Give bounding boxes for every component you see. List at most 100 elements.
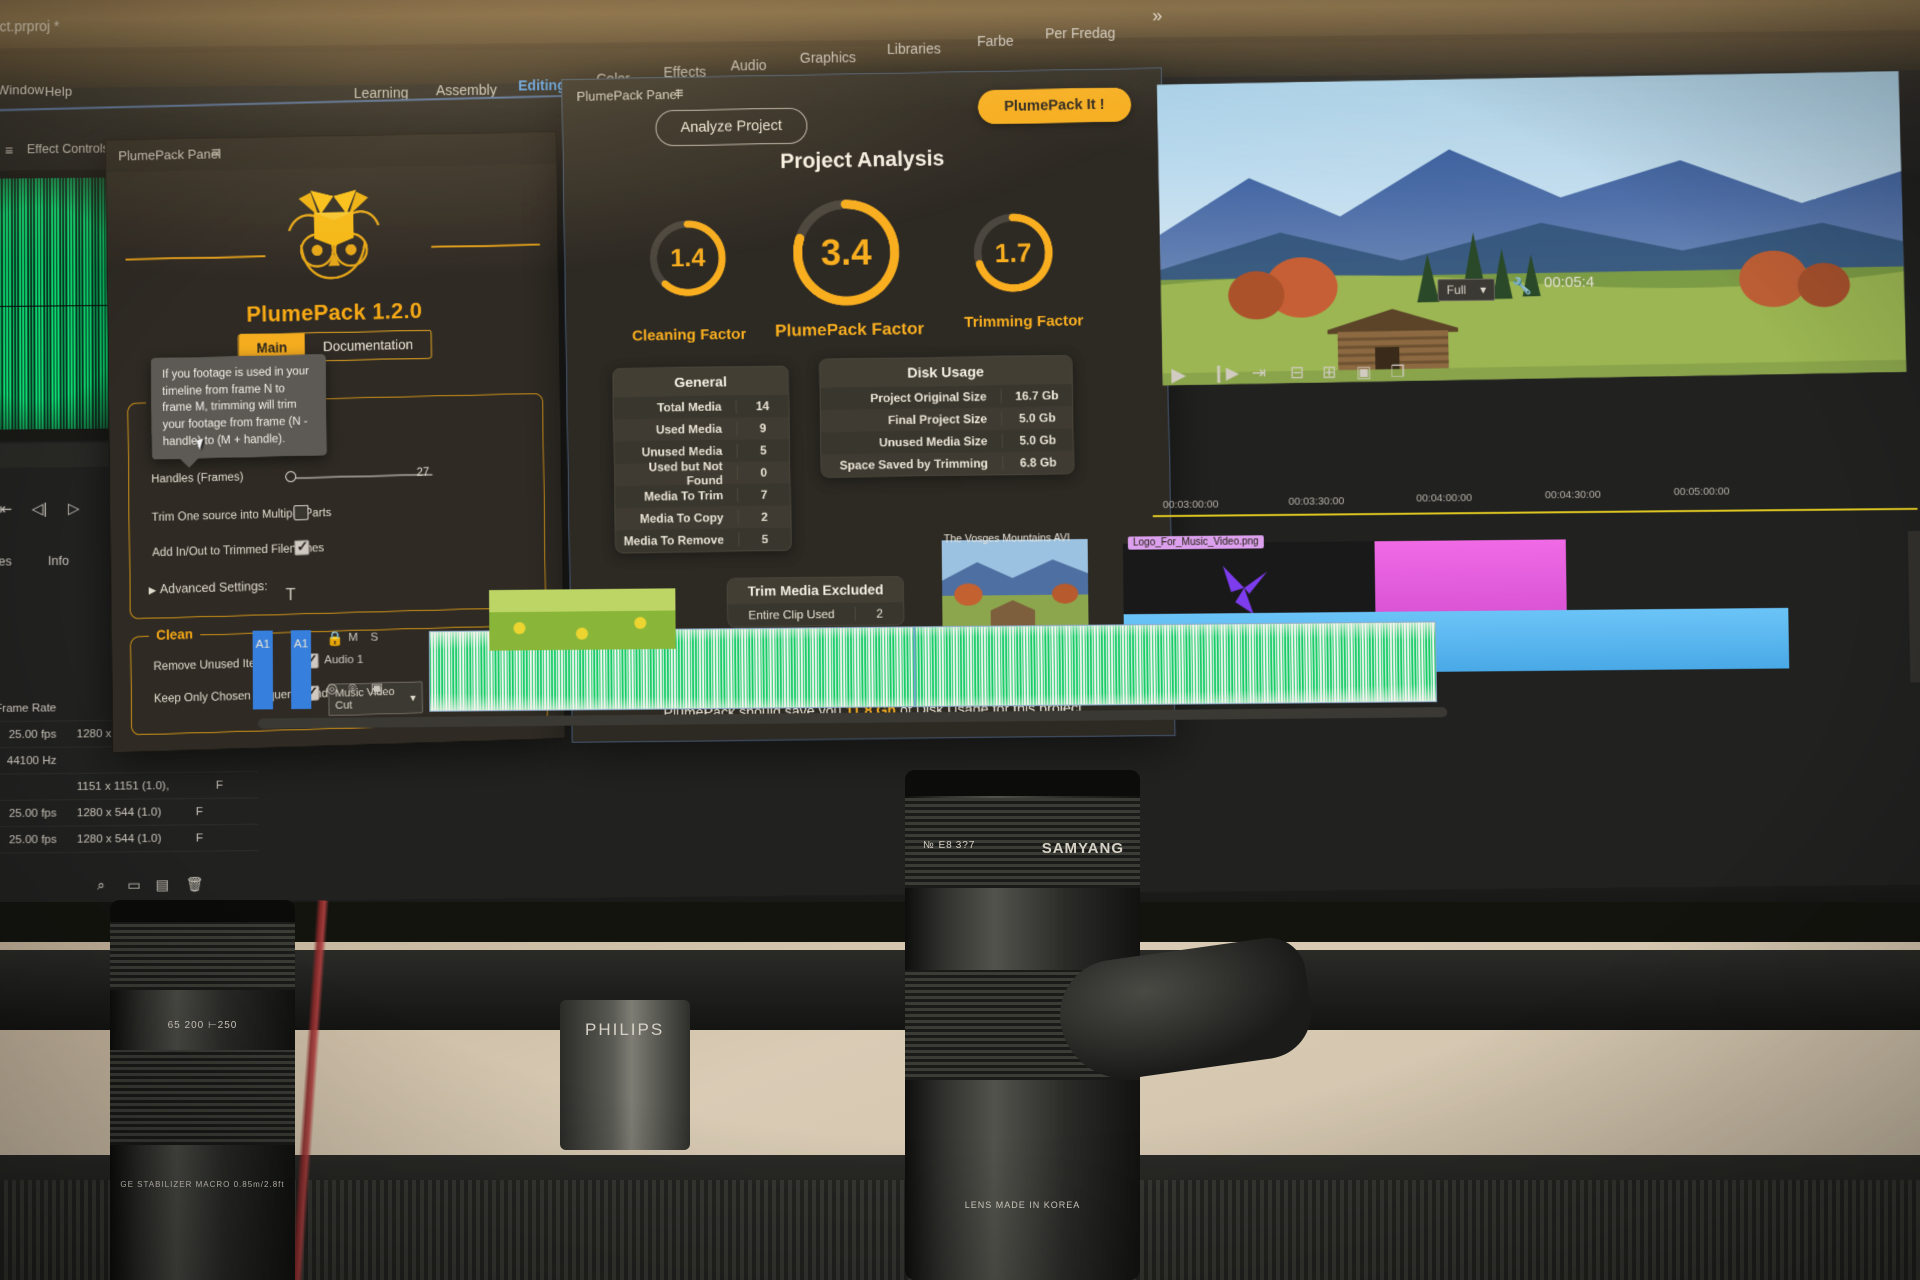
owl-box-logo <box>258 177 409 300</box>
trimming-factor-value: 1.7 <box>994 236 1032 268</box>
lock-icon[interactable]: 🔒 <box>326 630 344 647</box>
solo-icon[interactable]: S <box>370 632 378 644</box>
voiceover-icon[interactable]: ▣ <box>371 680 383 696</box>
multiple-parts-checkbox[interactable] <box>293 504 309 521</box>
lift-icon[interactable]: ⊟ <box>1290 363 1305 383</box>
play-icon[interactable]: ▶ <box>1171 364 1186 387</box>
divider-right <box>431 243 540 248</box>
chevron-down-icon: ▾ <box>1480 282 1487 297</box>
project-thumbnail[interactable] <box>489 588 676 651</box>
menu-item-window[interactable]: Window <box>0 82 44 97</box>
thumbnail-clip-photo <box>941 538 1089 632</box>
general-table-header: General <box>613 366 789 398</box>
tooltip-trim-handles: If you footage is used in your timeline … <box>150 354 327 460</box>
tab-farbe[interactable]: Farbe <box>977 33 1014 49</box>
tab-editing[interactable]: Editing <box>518 77 566 93</box>
search-icon[interactable]: ⌕ <box>97 877 105 894</box>
menu-item-help[interactable]: Help <box>45 84 73 99</box>
tab-libraries[interactable]: Libraries <box>887 40 941 57</box>
new-bin-icon[interactable]: ▭ <box>127 877 140 894</box>
trimming-factor-label: Trimming Factor <box>963 312 1084 332</box>
disk-usage-table-header: Disk Usage <box>819 355 1072 389</box>
cleaning-factor-gauge: 1.4 <box>645 215 731 301</box>
lens-brand: SAMYANG <box>1041 840 1124 857</box>
tab-audio[interactable]: Audio <box>731 57 767 73</box>
delete-icon[interactable]: 🗑 <box>186 876 204 893</box>
audio-track-header: A1 A1 🔒 M S Audio 1 ◎ ⌾ ▣ <box>248 621 425 714</box>
track-label-a1-alt: A1 <box>293 638 309 651</box>
project-panel-toolbar[interactable]: ⌕ ▭ ▤ 🗑 <box>97 875 289 893</box>
divider-left <box>125 255 266 261</box>
cleaning-factor-value: 1.4 <box>670 243 706 273</box>
fit-select[interactable]: Full ▾ <box>1437 278 1496 302</box>
handles-slider-knob[interactable] <box>285 471 297 483</box>
plumepack-factor-value: 3.4 <box>820 230 872 274</box>
tab-info[interactable]: Info <box>48 554 69 568</box>
project-analysis-heading: Project Analysis <box>779 147 945 174</box>
waveform-scrollbar[interactable] <box>0 442 122 469</box>
col-frame-rate: Frame Rate <box>0 701 57 715</box>
tab-per-fredag[interactable]: Per Fredag <box>1045 25 1115 42</box>
type-tool-icon[interactable]: T <box>286 587 296 605</box>
ruler-tick: 00:05:00:00 <box>1673 485 1730 499</box>
panel-menu-icon[interactable]: ≡ <box>5 142 13 158</box>
camera-lens-left: 65 200 ⊢250 GE STABILIZER MACRO 0.85m/2.… <box>110 900 295 1280</box>
handles-label: Handles (Frames) <box>151 471 244 486</box>
clip-label-png: Logo_For_Music_Video.png <box>1127 535 1264 550</box>
audio-track-name: Audio 1 <box>324 653 364 667</box>
comparison-view-icon[interactable]: ❐ <box>1390 362 1405 382</box>
advanced-settings-label: Advanced Settings: <box>159 579 268 597</box>
timeline-scrollbar[interactable] <box>1907 530 1920 683</box>
logo-graphic <box>1222 565 1268 615</box>
fit-select-value: Full <box>1446 282 1467 298</box>
tab-libraries[interactable]: Libraries <box>0 554 12 569</box>
extract-icon[interactable]: ⊞ <box>1322 362 1337 382</box>
handles-slider-track[interactable] <box>293 473 433 479</box>
monitor-screen: ject.prproj * » View Window Help Learnin… <box>0 0 1920 902</box>
export-frame-icon[interactable]: ⇥ <box>1252 363 1267 383</box>
step-forward-icon[interactable]: ❙▶ <box>1211 363 1239 383</box>
new-item-icon[interactable]: ▤ <box>156 876 169 893</box>
play-icon[interactable]: ▷ <box>68 499 80 517</box>
general-table: General Total Media 14 Used Media 9 Unused… <box>612 365 792 554</box>
table-row: Media To Copy 2 <box>615 505 791 531</box>
ruler-tick: 00:04:30:00 <box>1544 488 1601 502</box>
table-row: Media To Remove 5 <box>616 528 791 553</box>
project-title: ject.prproj * <box>0 17 60 35</box>
analysis-panel-title: PlumePack Panel <box>576 86 680 104</box>
video-clip-magenta[interactable] <box>1374 539 1567 612</box>
ruler-tick: 00:04:00:00 <box>1416 491 1473 505</box>
photo-scene: ject.prproj * » View Window Help Learnin… <box>0 0 1920 1280</box>
mute-icon[interactable]: M <box>348 632 358 644</box>
hamburger-icon[interactable]: ≡ <box>211 144 220 161</box>
plumepack-it-button[interactable]: PlumePack It ! <box>977 87 1132 125</box>
step-back-icon[interactable]: ◁| <box>32 500 48 518</box>
hamburger-icon[interactable]: ≡ <box>675 85 684 102</box>
chevron-double-right-icon[interactable]: » <box>1152 5 1162 26</box>
tab-assembly[interactable]: Assembly <box>436 82 497 99</box>
tab-effect-controls[interactable]: Effect Controls <box>27 141 109 156</box>
triangle-right-icon: ▶ <box>148 585 157 597</box>
wrench-icon[interactable]: 🔧 <box>1512 276 1532 296</box>
ruler-tick: 00:03:30:00 <box>1288 495 1345 508</box>
app-title: PlumePack 1.2.0 <box>246 298 423 327</box>
lens-origin: LENS MADE IN KOREA <box>964 1200 1081 1210</box>
camera-icon[interactable]: ▣ <box>1356 362 1371 382</box>
tab-graphics[interactable]: Graphics <box>800 49 856 66</box>
prev-edit-icon[interactable]: ⇤ <box>0 500 12 518</box>
plumepack-factor-gauge: 3.4 <box>785 192 906 313</box>
advanced-settings-toggle[interactable]: ▶ Advanced Settings: <box>148 579 267 596</box>
analyze-project-button[interactable]: Analyze Project <box>655 107 808 147</box>
handles-value: 27 <box>416 466 430 479</box>
table-row: Total Media 14 <box>614 395 789 420</box>
plumepack-panel-title: PlumePack Panel <box>118 146 222 164</box>
cleaning-factor-label: Cleaning Factor <box>631 325 747 345</box>
plumepack-main-header: PlumePack Panel ≡ <box>106 132 557 173</box>
clean-group-legend: Clean <box>148 626 201 644</box>
lens-left-markings: 65 200 ⊢250 <box>167 1020 238 1031</box>
inout-filenames-checkbox[interactable] <box>294 539 310 556</box>
headphone-icon[interactable]: ⌾ <box>348 680 356 696</box>
mic-icon[interactable]: ◎ <box>326 680 338 696</box>
table-row: Used Media 9 <box>614 416 789 442</box>
audio-waveform-display <box>0 169 122 443</box>
